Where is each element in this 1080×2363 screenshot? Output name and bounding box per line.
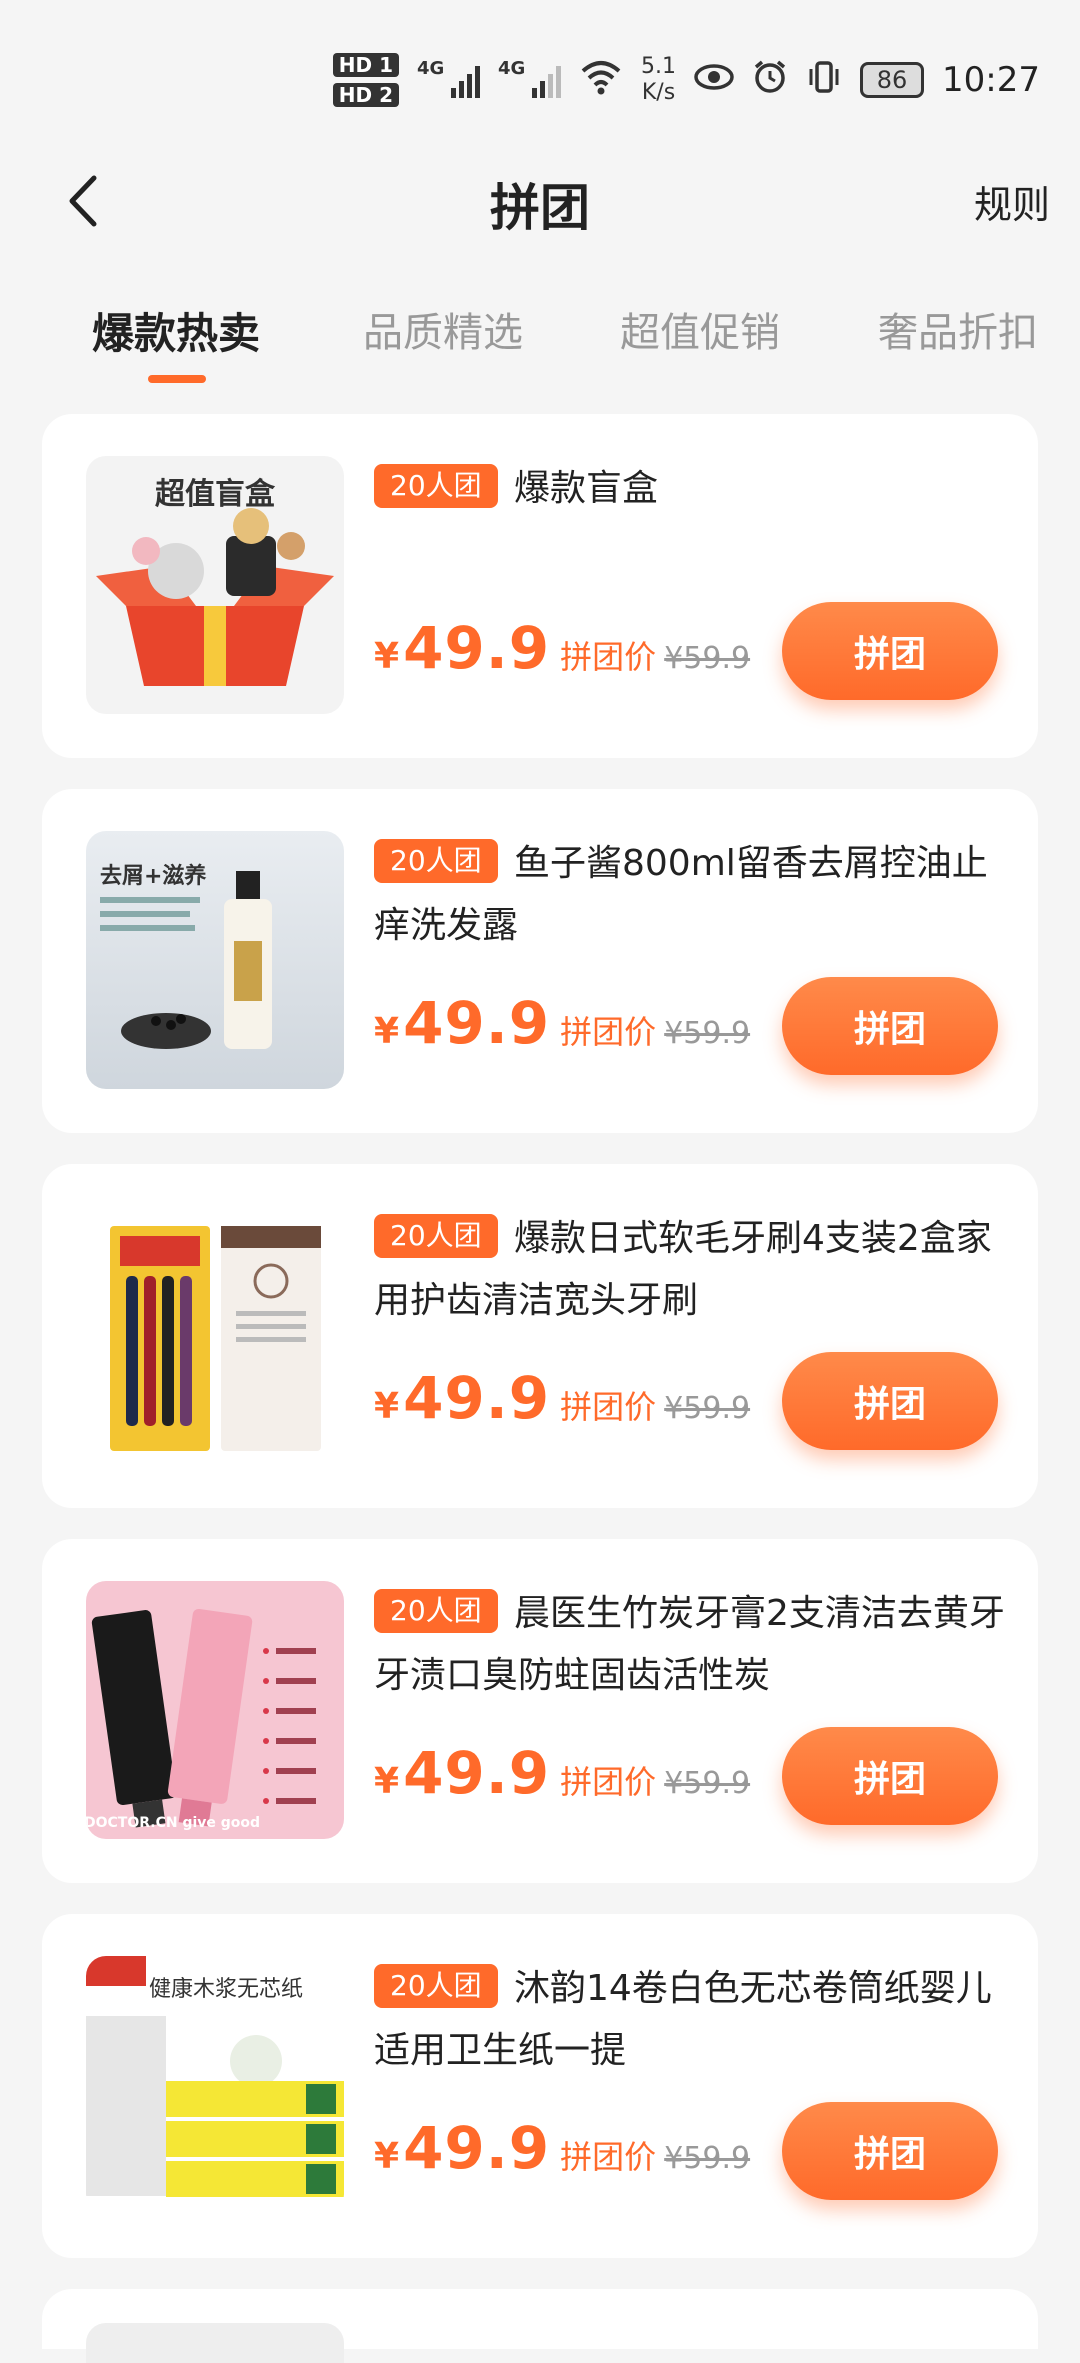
group-price: 49.9 [403,2114,551,2182]
join-group-button[interactable]: 拼团 [782,602,998,700]
group-price: 49.9 [403,1739,551,1807]
product-card[interactable]: 20人团 爆款日式软毛牙刷4支装2盒家用护齿清洁宽头牙刷 ¥ 49.9 拼团价 … [42,1164,1038,1508]
thumb-text: 健康木浆无芯纸 [149,1977,303,2002]
hd-indicators: HD 1 HD 2 [332,53,400,107]
rules-link[interactable]: 规则 [974,174,1050,229]
thumb-text: 超值盲盒 [155,477,276,512]
product-name: 爆款日式软毛牙刷4支装2盒家用护齿清洁宽头牙刷 [374,1218,992,1321]
product-list: 超值盲盒 20人团 爆款盲盒 ¥ 49.9 拼团价 ¥59.9 拼团 去屑+滋养… [42,414,1038,2363]
price-row: ¥ 49.9 拼团价 ¥59.9 [374,1739,750,1807]
product-card[interactable]: 健康木浆无芯纸 20人团 沐韵14卷白色无芯卷筒纸婴儿适用卫生纸一提 ¥ 49.… [42,1914,1038,2258]
original-price: ¥59.9 [664,1391,751,1426]
eye-icon [694,62,734,98]
network-speed: 5.1 K/s [641,54,676,106]
signal-1-icon: 4G [417,58,481,98]
alarm-icon [752,59,788,102]
top-nav-bar: 拼团 规则 [0,150,1080,250]
status-bar: HD 1 HD 2 4G 4G 5.1 K/s 86 10:27 [0,0,1080,150]
product-name: 沐韵14卷白色无芯卷筒纸婴儿适用卫生纸一提 [374,1968,992,2071]
speed-value: 5.1 [641,54,677,79]
group-price: 49.9 [403,989,551,1057]
active-tab-indicator [148,375,206,383]
clock: 10:27 [942,60,1040,100]
status-icons: HD 1 HD 2 4G 4G 5.1 K/s 86 10:27 [332,50,1040,110]
hd2-badge: HD 2 [332,83,400,107]
tab-luxury-discount[interactable]: 奢品折扣 [878,300,1038,358]
vibrate-icon [806,59,842,102]
group-price: 49.9 [403,1364,551,1432]
thumb-text: DOCTOR.CN give good [86,1815,260,1831]
original-price: ¥59.9 [664,1766,751,1801]
battery-icon: 86 [860,62,925,98]
group-price-label: 拼团价 [560,1013,657,1051]
join-group-button[interactable]: 拼团 [782,977,998,1075]
hd1-badge: HD 1 [332,53,400,77]
join-group-button[interactable]: 拼团 [782,2102,998,2200]
currency-symbol: ¥ [374,2136,400,2177]
product-name: 爆款盲盒 [514,468,659,509]
currency-symbol: ¥ [374,1386,400,1427]
group-price-label: 拼团价 [560,1763,657,1801]
speed-unit: K/s [641,80,676,105]
tab-hot-sale[interactable]: 爆款热卖 [92,300,260,361]
product-image: DOCTOR.CN give good [86,1581,344,1839]
group-price: 49.9 [403,614,551,682]
product-image [86,2323,344,2363]
join-group-button[interactable]: 拼团 [782,1727,998,1825]
product-card[interactable]: 超值盲盒 20人团 爆款盲盒 ¥ 49.9 拼团价 ¥59.9 拼团 [42,414,1038,758]
group-price-label: 拼团价 [560,638,657,676]
network-1-label: 4G [417,58,445,79]
signal-2-icon: 4G [498,58,562,98]
original-price: ¥59.9 [664,1016,751,1051]
group-price-label: 拼团价 [560,1388,657,1426]
product-image [86,1206,344,1464]
product-card-partial[interactable] [42,2289,1038,2363]
product-image: 超值盲盒 [86,456,344,714]
product-name: 鱼子酱800ml留香去屑控油止痒洗发露 [374,843,988,946]
currency-symbol: ¥ [374,1011,400,1052]
product-image: 健康木浆无芯纸 [86,1956,344,2214]
currency-symbol: ¥ [374,1761,400,1802]
join-group-button[interactable]: 拼团 [782,1352,998,1450]
product-card[interactable]: 去屑+滋养 20人团 鱼子酱800ml留香去屑控油止痒洗发露 ¥ 49.9 拼团… [42,789,1038,1133]
product-name: 晨医生竹炭牙膏2支清洁去黄牙牙渍口臭防蛀固齿活性炭 [374,1593,1005,1696]
category-tabs: 爆款热卖 品质精选 超值促销 奢品折扣 [0,300,1080,400]
price-row: ¥ 49.9 拼团价 ¥59.9 [374,614,750,682]
network-2-label: 4G [498,58,526,79]
price-row: ¥ 49.9 拼团价 ¥59.9 [374,2114,750,2182]
wifi-icon [579,57,623,103]
tab-value-promo[interactable]: 超值促销 [620,300,780,358]
currency-symbol: ¥ [374,636,400,677]
group-price-label: 拼团价 [560,2138,657,2176]
original-price: ¥59.9 [664,2141,751,2176]
product-image: 去屑+滋养 [86,831,344,1089]
thumb-text: 去屑+滋养 [100,863,206,889]
price-row: ¥ 49.9 拼团价 ¥59.9 [374,1364,750,1432]
product-card[interactable]: DOCTOR.CN give good 20人团 晨医生竹炭牙膏2支清洁去黄牙牙… [42,1539,1038,1883]
original-price: ¥59.9 [664,641,751,676]
tab-quality-select[interactable]: 品质精选 [363,300,523,358]
page-title: 拼团 [490,179,590,237]
price-row: ¥ 49.9 拼团价 ¥59.9 [374,989,750,1057]
